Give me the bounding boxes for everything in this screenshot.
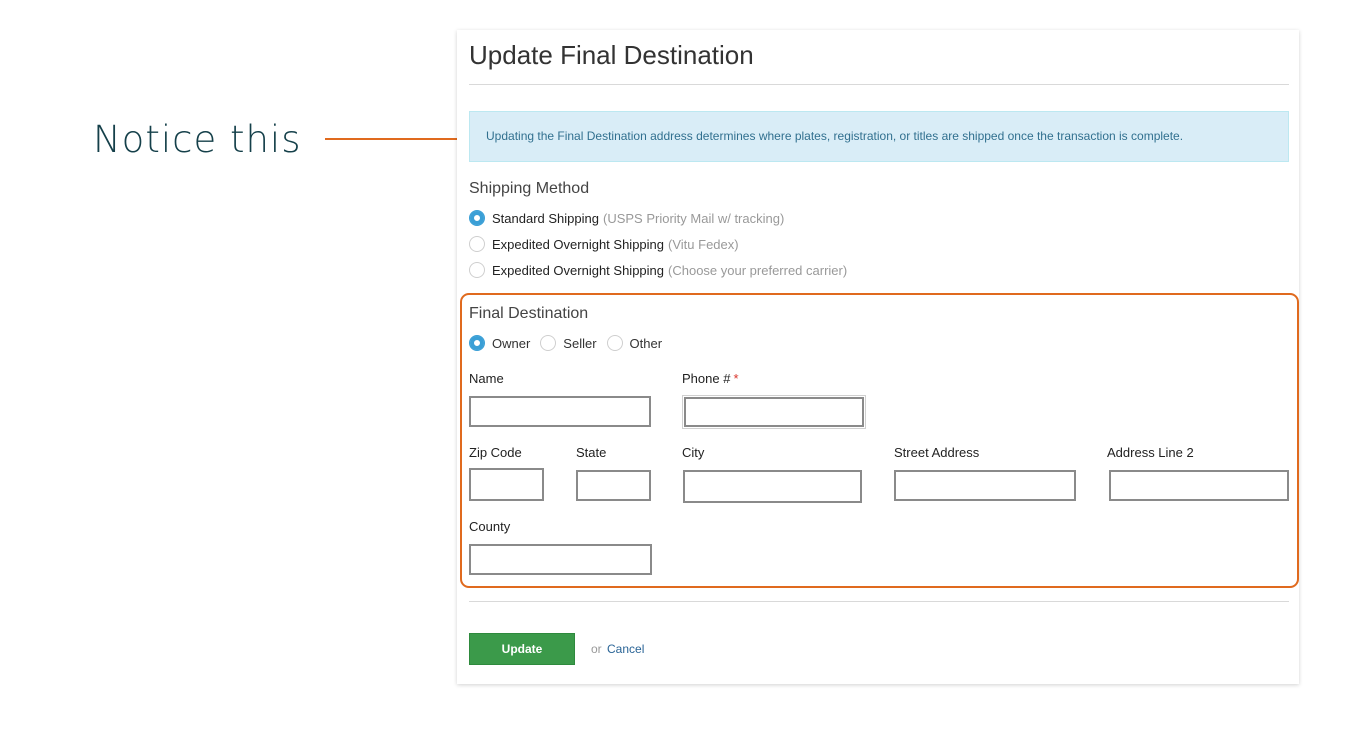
- annotation-label: Notice this: [93, 118, 302, 161]
- name-input[interactable]: [469, 396, 651, 427]
- shipping-option-detail: (Vitu Fedex): [668, 236, 739, 252]
- radio-unchecked-icon[interactable]: [606, 335, 623, 351]
- radio-unchecked-icon[interactable]: [540, 335, 557, 351]
- cancel-link[interactable]: Cancel: [607, 642, 644, 656]
- city-input[interactable]: [683, 470, 862, 503]
- radio-checked-icon[interactable]: [469, 335, 485, 351]
- phone-input[interactable]: [682, 395, 866, 429]
- update-final-destination-card: Update Final Destination Updating the Fi…: [457, 30, 1299, 684]
- city-label: City: [682, 445, 705, 460]
- footer-divider: [469, 601, 1289, 602]
- required-asterisk: *: [733, 371, 739, 386]
- zip-code-input[interactable]: [469, 468, 544, 501]
- destination-option-other[interactable]: Other: [606, 335, 663, 351]
- update-button[interactable]: Update: [469, 633, 575, 665]
- state-label: State: [576, 445, 607, 460]
- shipping-option-vitu-fedex[interactable]: Expedited Overnight Shipping (Vitu Fedex…: [469, 235, 739, 253]
- shipping-option-label: Expedited Overnight Shipping: [492, 236, 665, 252]
- shipping-option-preferred-carrier[interactable]: Expedited Overnight Shipping (Choose you…: [469, 261, 847, 279]
- street-address-input[interactable]: [894, 470, 1076, 501]
- title-divider: [469, 84, 1289, 85]
- name-label: Name: [469, 371, 504, 386]
- destination-option-label: Owner: [492, 335, 531, 351]
- shipping-option-standard[interactable]: Standard Shipping (USPS Priority Mail w/…: [469, 209, 784, 227]
- shipping-method-label: Shipping Method: [469, 180, 590, 197]
- destination-option-seller[interactable]: Seller: [540, 335, 597, 351]
- radio-checked-icon[interactable]: [469, 210, 485, 226]
- address-line-2-label: Address Line 2: [1107, 445, 1194, 460]
- destination-option-label: Other: [629, 335, 663, 351]
- state-input[interactable]: [576, 470, 651, 501]
- street-address-label: Street Address: [894, 445, 980, 460]
- annotation-connector-line: [325, 138, 472, 140]
- zip-code-label: Zip Code: [469, 445, 522, 460]
- or-separator: or: [591, 642, 602, 656]
- radio-unchecked-icon[interactable]: [469, 262, 485, 278]
- phone-label-text: Phone #: [682, 371, 731, 386]
- shipping-option-label: Standard Shipping: [492, 210, 599, 226]
- county-input[interactable]: [469, 544, 652, 575]
- final-destination-label: Final Destination: [469, 305, 589, 322]
- destination-option-label: Seller: [563, 335, 597, 351]
- shipping-option-detail: (USPS Priority Mail w/ tracking): [602, 210, 785, 226]
- destination-option-owner[interactable]: Owner: [469, 335, 530, 351]
- info-alert: Updating the Final Destination address d…: [469, 111, 1289, 162]
- phone-label: Phone # *: [682, 371, 739, 386]
- final-destination-options: Owner Seller Other: [469, 334, 672, 352]
- page-title: Update Final Destination: [469, 40, 754, 70]
- radio-unchecked-icon[interactable]: [469, 236, 485, 252]
- shipping-option-detail: (Choose your preferred carrier): [668, 262, 848, 278]
- county-label: County: [469, 519, 511, 534]
- address-line-2-input[interactable]: [1109, 470, 1289, 501]
- shipping-option-label: Expedited Overnight Shipping: [492, 262, 665, 278]
